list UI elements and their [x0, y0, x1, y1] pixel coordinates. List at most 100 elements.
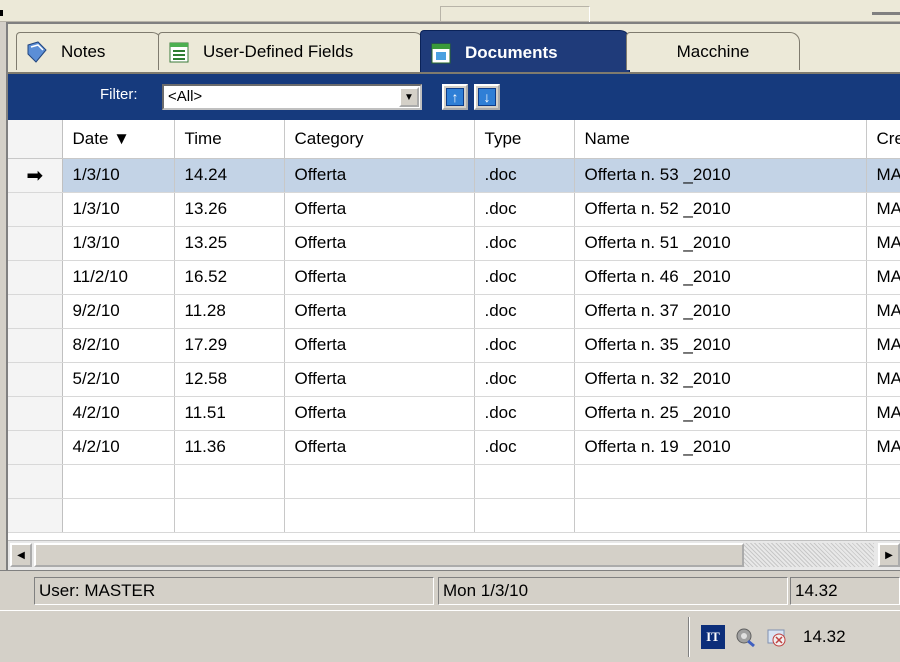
row-indicator[interactable] — [8, 192, 63, 227]
filter-dropdown[interactable]: <All> ▼ — [162, 84, 422, 110]
move-down-button[interactable]: ↓ — [474, 84, 500, 110]
row-indicator[interactable] — [8, 430, 63, 465]
tab-documents-label: Documents — [465, 42, 558, 62]
notes-icon — [27, 40, 47, 63]
cell-time: 11.51 — [174, 396, 285, 431]
window-edge-mark-right — [872, 12, 900, 15]
documents-panel: Notes User-Defined Fields Documents Macc… — [6, 22, 900, 570]
cell-date: 4/2/10 — [62, 396, 175, 431]
row-indicator[interactable] — [8, 396, 63, 431]
cell-name: Offerta n. 52 _2010 — [574, 192, 867, 227]
empty-cell — [284, 498, 475, 533]
row-indicator[interactable] — [8, 260, 63, 295]
fields-icon — [169, 42, 189, 62]
status-user: User: MASTER — [34, 577, 434, 605]
dropdown-arrow-icon[interactable]: ▼ — [399, 87, 419, 107]
empty-cell — [62, 464, 175, 499]
scrollbar-track[interactable] — [744, 543, 874, 567]
cell-type: .doc — [474, 260, 575, 295]
cell-created-by: MA — [866, 260, 900, 295]
filter-bar: Filter: <All> ▼ ↑ ↓ — [8, 74, 900, 120]
cell-category: Offerta — [284, 396, 475, 431]
column-header-date[interactable]: Date ▼ — [62, 120, 175, 159]
table-row[interactable]: 5/2/10 12.58 Offerta .doc Offerta n. 32 _201… — [8, 362, 900, 397]
table-row[interactable]: ➡ 1/3/10 14.24 Offerta .doc Offerta n. 53 _20… — [8, 158, 900, 193]
table-row[interactable]: 11/2/10 16.52 Offerta .doc Offerta n. 46 _20… — [8, 260, 900, 295]
cell-type: .doc — [474, 396, 575, 431]
empty-cell — [8, 464, 63, 499]
empty-row — [8, 498, 900, 533]
empty-cell — [62, 498, 175, 533]
documents-table: Date ▼ Time Category Type Name Cre ➡ 1/3/… — [8, 120, 900, 533]
empty-cell — [174, 498, 285, 533]
scroll-left-button[interactable]: ◀ — [10, 543, 32, 567]
tab-user-defined-fields[interactable]: User-Defined Fields — [158, 32, 424, 70]
column-header-name[interactable]: Name — [574, 120, 867, 159]
filter-label: Filter: — [100, 86, 138, 103]
row-indicator[interactable] — [8, 294, 63, 329]
column-header-category[interactable]: Category — [284, 120, 475, 159]
language-indicator[interactable]: IT — [701, 625, 725, 649]
column-header-created-by[interactable]: Cre — [866, 120, 900, 159]
cell-name: Offerta n. 32 _2010 — [574, 362, 867, 397]
row-indicator[interactable]: ➡ — [8, 158, 63, 193]
cell-date: 11/2/10 — [62, 260, 175, 295]
empty-cell — [174, 464, 285, 499]
table-row[interactable]: 9/2/10 11.28 Offerta .doc Offerta n. 37 _201… — [8, 294, 900, 329]
horizontal-scrollbar[interactable]: ◀ ▶ — [8, 540, 900, 570]
tab-notes[interactable]: Notes — [16, 32, 162, 70]
current-row-arrow-icon: ➡ — [26, 164, 44, 187]
cell-time: 11.28 — [174, 294, 285, 329]
table-row[interactable]: 8/2/10 17.29 Offerta .doc Offerta n. 35 _201… — [8, 328, 900, 363]
cell-time: 16.52 — [174, 260, 285, 295]
table-row[interactable]: 4/2/10 11.51 Offerta .doc Offerta n. 25 _201… — [8, 396, 900, 431]
column-header-type[interactable]: Type — [474, 120, 575, 159]
cell-name: Offerta n. 51 _2010 — [574, 226, 867, 261]
system-tray: IT 14.32 — [688, 617, 900, 657]
cell-type: .doc — [474, 294, 575, 329]
scroll-right-icon: ▶ — [885, 549, 893, 561]
status-bar: User: MASTER Mon 1/3/10 14.32 — [0, 570, 900, 610]
cell-name: Offerta n. 46 _2010 — [574, 260, 867, 295]
tab-bar: Notes User-Defined Fields Documents Macc… — [8, 24, 900, 74]
taskbar: IT 14.32 — [0, 610, 900, 662]
cell-time: 12.58 — [174, 362, 285, 397]
cell-created-by: MA — [866, 226, 900, 261]
cell-name: Offerta n. 53 _2010 — [574, 158, 867, 193]
row-indicator[interactable] — [8, 328, 63, 363]
network-icon[interactable] — [733, 625, 757, 649]
cell-created-by: MA — [866, 362, 900, 397]
column-header-time[interactable]: Time — [174, 120, 285, 159]
table-row[interactable]: 1/3/10 13.25 Offerta .doc Offerta n. 51 _201… — [8, 226, 900, 261]
cell-time: 17.29 — [174, 328, 285, 363]
cell-type: .doc — [474, 192, 575, 227]
tray-clock[interactable]: 14.32 — [803, 627, 846, 647]
empty-cell — [8, 498, 63, 533]
row-indicator[interactable] — [8, 226, 63, 261]
cell-type: .doc — [474, 226, 575, 261]
empty-cell — [574, 464, 867, 499]
row-indicator[interactable] — [8, 362, 63, 397]
scroll-right-button[interactable]: ▶ — [878, 543, 900, 567]
cell-created-by: MA — [866, 396, 900, 431]
cell-category: Offerta — [284, 260, 475, 295]
empty-row — [8, 464, 900, 499]
empty-cell — [866, 498, 900, 533]
filter-selected-value: <All> — [168, 88, 203, 105]
table-row[interactable]: 1/3/10 13.26 Offerta .doc Offerta n. 52 _201… — [8, 192, 900, 227]
cell-name: Offerta n. 37 _2010 — [574, 294, 867, 329]
scrollbar-thumb[interactable] — [34, 543, 744, 567]
cell-created-by: MA — [866, 294, 900, 329]
tab-macchine-label: Macchine — [676, 41, 750, 61]
cell-date: 1/3/10 — [62, 192, 175, 227]
table-header-row: Date ▼ Time Category Type Name Cre — [8, 120, 900, 159]
tab-macchine[interactable]: Macchine — [626, 32, 800, 70]
disconnected-icon[interactable] — [765, 625, 789, 649]
cell-category: Offerta — [284, 192, 475, 227]
move-up-button[interactable]: ↑ — [442, 84, 468, 110]
table-row[interactable]: 4/2/10 11.36 Offerta .doc Offerta n. 19 _201… — [8, 430, 900, 465]
cell-type: .doc — [474, 158, 575, 193]
tab-documents[interactable]: Documents — [420, 30, 630, 74]
documents-icon — [431, 43, 451, 63]
cell-category: Offerta — [284, 226, 475, 261]
